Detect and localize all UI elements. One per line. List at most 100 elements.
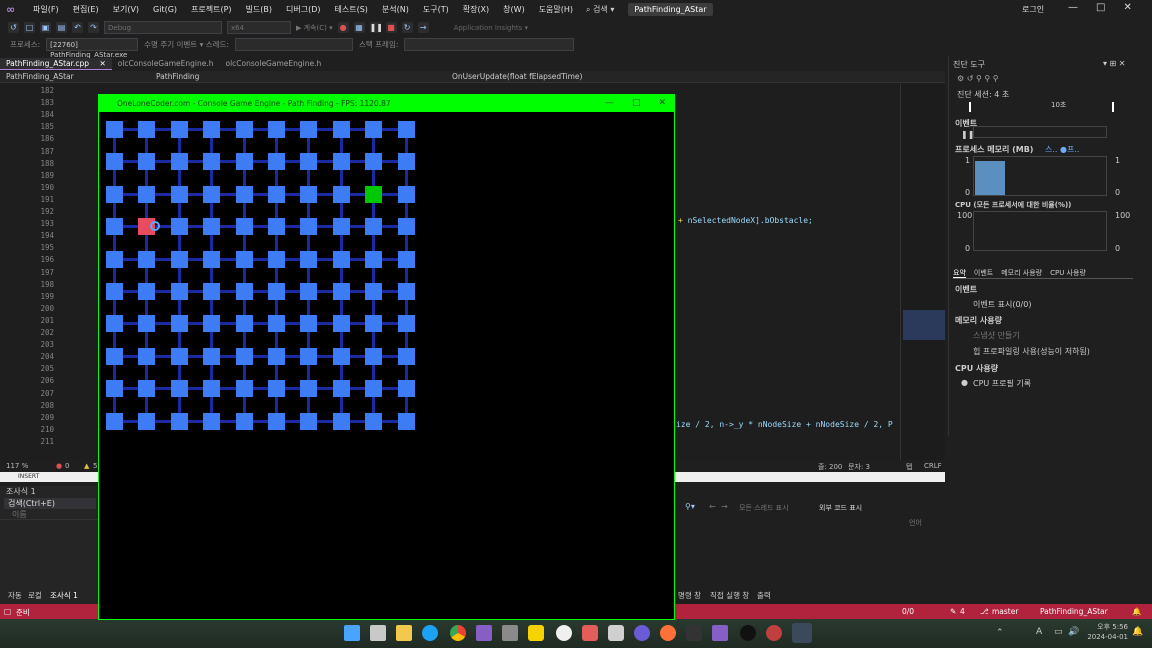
cpu-record-button[interactable]: CPU 프로필 기록 <box>973 378 1031 389</box>
grid-node[interactable] <box>203 218 221 236</box>
menu-debug[interactable]: 디버그(D) <box>279 4 327 15</box>
grid-node[interactable] <box>268 380 285 398</box>
line-indicator[interactable]: 줄: 200 <box>818 462 842 472</box>
grid-node[interactable] <box>300 121 318 138</box>
grid-node[interactable] <box>300 412 318 430</box>
task-view-icon[interactable] <box>370 625 386 641</box>
menu-build[interactable]: 빌드(B) <box>239 4 279 15</box>
grid-node[interactable] <box>268 315 285 333</box>
grid-node[interactable] <box>106 250 123 268</box>
grid-node[interactable] <box>138 121 156 138</box>
grid-node[interactable] <box>268 283 285 300</box>
scope-dropdown[interactable]: PathFinding <box>150 71 446 82</box>
grid-node[interactable] <box>138 412 156 430</box>
subtab-events[interactable]: 이벤트 <box>974 268 993 278</box>
grid-node[interactable] <box>138 153 156 171</box>
monitor-icon[interactable]: ▭ <box>1054 627 1063 637</box>
configuration-dropdown[interactable]: Debug <box>104 21 222 34</box>
grid-node[interactable] <box>106 218 123 236</box>
diagnostics-icon[interactable]: ▦ <box>353 22 365 33</box>
grid-node[interactable] <box>268 218 285 236</box>
notification-icon[interactable]: 🔔 <box>1132 607 1141 616</box>
nav-forward-icon[interactable]: → <box>721 502 728 511</box>
save-all-icon[interactable]: ▤ <box>56 22 67 33</box>
diag-toolbar-icons[interactable]: ⚙ ↺ ⚲ ⚲ ⚲ <box>957 74 999 83</box>
grid-node[interactable] <box>397 412 415 430</box>
login-button[interactable]: 로그인 <box>1022 4 1044 15</box>
close-icon[interactable]: ✕ <box>1123 2 1131 13</box>
grid-node[interactable] <box>332 250 350 268</box>
warning-count[interactable]: 5 <box>93 462 97 470</box>
thread-dropdown[interactable] <box>234 37 353 51</box>
firefox-icon[interactable] <box>660 625 676 641</box>
pencil-icon[interactable]: ✎ <box>950 607 956 616</box>
visual-studio-icon[interactable] <box>476 625 492 641</box>
grid-node[interactable] <box>170 380 188 398</box>
grid-node[interactable] <box>235 347 253 365</box>
ime-indicator[interactable]: A <box>1036 627 1042 637</box>
kakaotalk-icon[interactable] <box>528 625 544 641</box>
clock-time[interactable]: 오후 5:56 <box>1088 622 1128 632</box>
grid-node[interactable] <box>365 283 383 300</box>
grid-node[interactable] <box>170 185 188 203</box>
grid-node[interactable] <box>268 153 285 171</box>
watch-search-input[interactable]: 검색(Ctrl+E) <box>4 498 96 509</box>
app-record-icon[interactable] <box>766 625 782 641</box>
grid-node[interactable] <box>268 347 285 365</box>
platform-dropdown[interactable]: x64 <box>227 21 291 34</box>
menu-git[interactable]: Git(G) <box>146 5 184 14</box>
tray-chevron-icon[interactable]: ⌃ <box>996 628 1004 638</box>
console-maximize-icon[interactable]: □ <box>632 98 641 108</box>
error-count[interactable]: 0 <box>65 462 69 470</box>
grid-node[interactable] <box>170 412 188 430</box>
lifecycle-dropdown[interactable]: 수명 주기 이벤트 ▾ 스레드: <box>144 39 229 50</box>
tab-pathfinding-cpp[interactable]: PathFinding_AStar.cpp ✕ <box>0 58 112 70</box>
stop-icon[interactable]: ■ <box>385 22 397 33</box>
grid-node[interactable] <box>106 283 123 300</box>
subtab-cpu[interactable]: CPU 사용량 <box>1050 268 1086 278</box>
clock-date[interactable]: 2024-04-01 <box>1084 633 1128 641</box>
heap-profiling-checkbox[interactable]: 힙 프로파일링 사용(성능이 저하됨) <box>973 346 1090 357</box>
grid-node[interactable] <box>106 315 123 333</box>
grid-node[interactable] <box>300 218 318 236</box>
repo-name[interactable]: PathFinding_AStar <box>1040 607 1108 616</box>
minimap-viewport[interactable] <box>903 310 945 340</box>
grid-node[interactable] <box>106 153 123 171</box>
grid-node[interactable] <box>138 315 156 333</box>
console-app-icon[interactable] <box>792 623 812 643</box>
grid-node[interactable] <box>268 412 285 430</box>
chrome-icon[interactable] <box>450 625 466 641</box>
branch-name[interactable]: master <box>992 607 1018 616</box>
record-dot-icon[interactable]: ● <box>961 378 968 387</box>
save-icon[interactable]: ▣ <box>40 22 51 33</box>
grid-node[interactable] <box>332 347 350 365</box>
menu-view[interactable]: 보기(V) <box>106 4 146 15</box>
show-events-link[interactable]: 이벤트 표시(0/0) <box>973 299 1031 310</box>
github-icon[interactable] <box>634 625 650 641</box>
grid-node[interactable] <box>235 153 253 171</box>
grid-node[interactable] <box>365 153 383 171</box>
grid-node[interactable] <box>397 218 415 236</box>
grid-node[interactable] <box>170 153 188 171</box>
menu-edit[interactable]: 편집(E) <box>66 4 106 15</box>
grid-node[interactable] <box>397 347 415 365</box>
grid-node[interactable] <box>332 218 350 236</box>
memory-section[interactable]: 프로세스 메모리 (MB) <box>955 144 1033 155</box>
search-icon[interactable]: ⚲▾ <box>685 502 695 511</box>
grid-node[interactable] <box>300 153 318 171</box>
grid-node[interactable] <box>170 315 188 333</box>
maximize-icon[interactable]: □ <box>1096 2 1105 13</box>
subtab-summary[interactable]: 요약 <box>953 268 966 278</box>
grid-node[interactable] <box>235 380 253 398</box>
grid-node[interactable] <box>235 218 253 236</box>
grid-node[interactable] <box>235 250 253 268</box>
unreal-icon[interactable] <box>556 625 572 641</box>
app-gear-icon[interactable] <box>740 625 756 641</box>
grid-node[interactable] <box>365 218 383 236</box>
pause-icon[interactable]: ❚❚ <box>369 22 383 33</box>
code-line-obstacle[interactable]: + nSelectedNodeX].bObstacle; <box>678 216 813 225</box>
grid-node[interactable] <box>106 412 123 430</box>
notification-bell-icon[interactable]: 🔔 <box>1132 627 1143 637</box>
grid-node[interactable] <box>170 218 188 236</box>
grid-node[interactable] <box>203 153 221 171</box>
